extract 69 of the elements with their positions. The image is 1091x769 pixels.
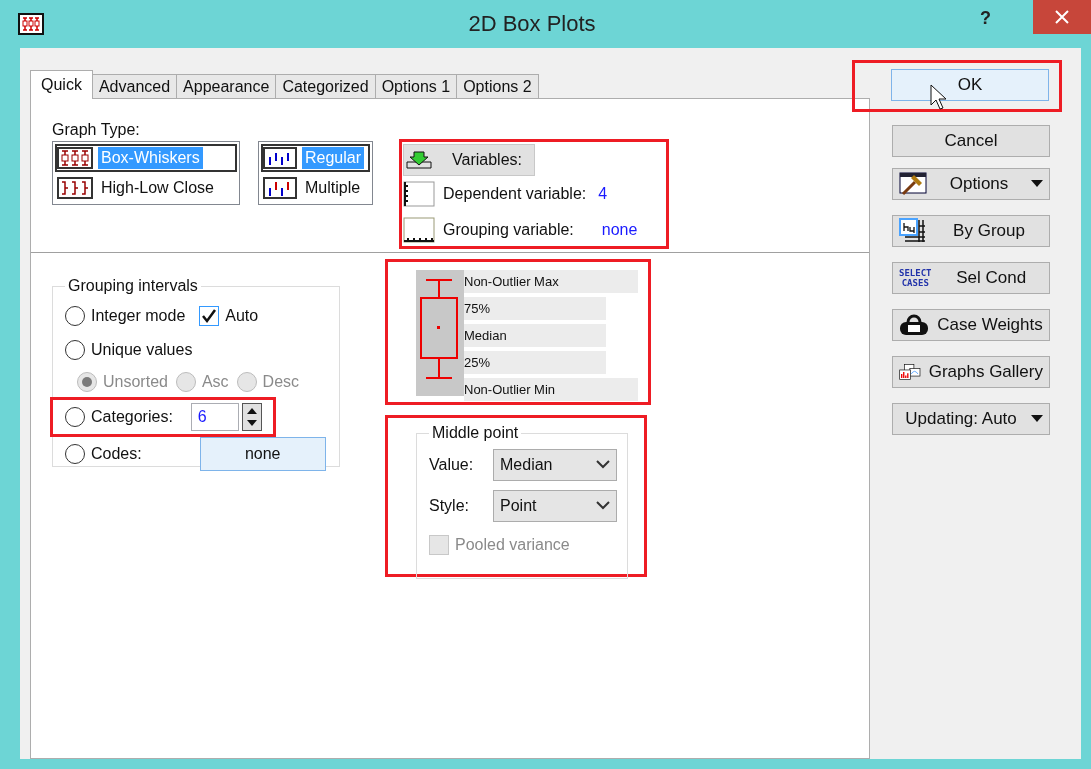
radio-label: Unique values — [91, 341, 193, 359]
style-dropdown[interactable]: Point — [493, 489, 617, 522]
high-low-icon — [57, 177, 93, 199]
weight-icon — [899, 314, 929, 336]
hammer-icon — [899, 172, 927, 196]
window-title: 2D Box Plots — [467, 11, 597, 37]
legend-label: Median — [464, 324, 606, 347]
axis-icon — [403, 217, 436, 243]
checkbox-label: Auto — [225, 307, 259, 325]
codes-button[interactable]: none — [199, 437, 326, 471]
list-item[interactable]: High-Low Close — [55, 174, 237, 202]
chevron-icon — [596, 460, 610, 469]
variables-button[interactable]: Variables: — [403, 144, 535, 176]
value-label: Value: — [429, 455, 474, 474]
value-dropdown[interactable]: Median — [493, 448, 617, 481]
box-plot-icon — [18, 13, 44, 35]
multiple-plot-icon — [263, 177, 297, 199]
button[interactable]: Cancel — [892, 125, 1050, 157]
radio-button[interactable] — [65, 444, 85, 464]
radio-label: Codes: — [91, 445, 142, 463]
radio-label: Asc — [201, 373, 229, 391]
close-button[interactable] — [1033, 0, 1091, 34]
grouping-variable-value: none — [601, 221, 638, 239]
select-cases-icon: SELECT CASES — [899, 268, 932, 288]
radio-label: Desc — [262, 373, 300, 391]
close-icon — [1055, 10, 1069, 24]
tab[interactable]: Options 1 — [374, 74, 458, 99]
legend-label: 75% — [464, 297, 606, 320]
caret-icon — [1031, 180, 1043, 188]
menu-button[interactable]: Updating: Auto — [892, 403, 1050, 435]
radio-button[interactable] — [65, 306, 85, 326]
checkbox[interactable] — [199, 306, 220, 326]
list-item[interactable]: Multiple — [261, 174, 371, 202]
radio-label: Unsorted — [103, 373, 168, 391]
arrow-down-icon — [406, 150, 433, 170]
tab[interactable]: Options 2 — [456, 74, 539, 99]
tab[interactable]: Advanced — [91, 74, 178, 99]
group-title: Middle point — [431, 424, 520, 442]
radio-label: Categories: — [91, 408, 173, 426]
regular-plot-icon — [263, 147, 297, 169]
button[interactable]: SELECT CASES Sel Cond — [892, 262, 1050, 294]
button[interactable]: By Group — [892, 215, 1050, 247]
help-button[interactable]: ? — [980, 7, 991, 29]
radio-label: Integer mode — [91, 307, 186, 325]
grouping-variable-label: Grouping variable: — [443, 221, 574, 239]
table-icon — [899, 218, 927, 244]
radio-button[interactable] — [65, 340, 85, 360]
tab[interactable]: Appearance — [176, 74, 277, 99]
tab[interactable]: Categorized — [275, 74, 376, 99]
box-plot-icon — [57, 147, 93, 169]
style-label: Style: — [429, 496, 469, 515]
button[interactable]: Case Weights — [892, 309, 1050, 341]
caret-icon — [1031, 415, 1043, 423]
menu-button[interactable]: Options — [892, 168, 1050, 200]
group-title: Grouping intervals — [67, 277, 199, 295]
button[interactable]: Graphs Gallery — [892, 356, 1050, 388]
dependent-variable-label: Dependent variable: — [443, 185, 587, 203]
legend-label: 25% — [464, 351, 606, 374]
spin-button[interactable] — [241, 403, 262, 431]
chevron-icon — [596, 501, 610, 510]
categories-field[interactable]: 6 — [190, 403, 239, 431]
legend-label: Non-Outlier Min — [464, 378, 638, 401]
axis-icon — [403, 181, 436, 207]
graph-type-label: Graph Type: — [52, 121, 141, 139]
legend-label: Non-Outlier Max — [464, 270, 638, 293]
radio-button[interactable] — [65, 407, 85, 427]
checkbox-label: Pooled variance — [455, 536, 570, 554]
tab[interactable]: Quick — [30, 70, 93, 99]
dependent-variable-value: 4 — [598, 185, 608, 203]
